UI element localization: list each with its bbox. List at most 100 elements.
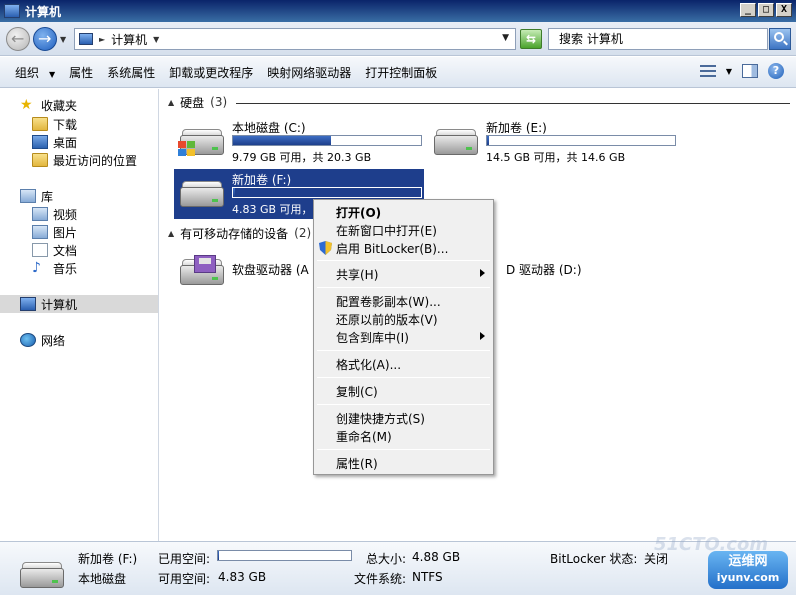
nav-item-recent[interactable]: 最近访问的位置 bbox=[32, 151, 137, 169]
hard-drive-icon bbox=[18, 558, 64, 590]
menu-item-shadow-copies[interactable]: 配置卷影副本(W)... bbox=[316, 292, 491, 310]
menu-item-bitlocker[interactable]: 启用 BitLocker(B)... bbox=[316, 239, 491, 257]
refresh-button[interactable]: ⇆ bbox=[520, 29, 542, 49]
drive-c[interactable]: 本地磁盘 (C:) 9.79 GB 可用，共 20.3 GB bbox=[174, 117, 424, 167]
nav-computer[interactable]: 计算机 bbox=[0, 295, 158, 313]
group-header-hdd[interactable]: ▲ 硬盘 (3) bbox=[168, 94, 227, 110]
drive-name: 新加卷 (F:) bbox=[232, 173, 292, 187]
details-total-value: 4.88 GB bbox=[412, 550, 461, 564]
nav-item-videos[interactable]: 视频 bbox=[32, 205, 77, 223]
minimize-button[interactable]: _ bbox=[740, 3, 756, 17]
menu-item-share[interactable]: 共享(H) bbox=[316, 265, 491, 283]
chevron-right-icon[interactable]: ► bbox=[99, 35, 105, 44]
drive-name: 本地磁盘 (C:) bbox=[232, 121, 306, 135]
shield-icon bbox=[319, 241, 332, 255]
open-control-panel-button[interactable]: 打开控制面板 bbox=[358, 64, 444, 81]
details-free-label: 可用空间: bbox=[158, 572, 211, 586]
arrow-right-icon: → bbox=[38, 29, 52, 48]
address-dropdown-icon[interactable]: ▼ bbox=[502, 33, 509, 43]
drive-space-info: 14.5 GB 可用，共 14.6 GB bbox=[486, 151, 626, 164]
forward-button[interactable]: → bbox=[33, 27, 57, 51]
collapse-icon[interactable]: ▲ bbox=[168, 229, 174, 238]
drive-e[interactable]: 新加卷 (E:) 14.5 GB 可用，共 14.6 GB bbox=[428, 117, 678, 167]
menu-item-open[interactable]: 打开(O) bbox=[316, 203, 491, 221]
arrow-left-icon: ← bbox=[11, 29, 25, 48]
map-network-drive-button[interactable]: 映射网络驱动器 bbox=[260, 64, 358, 81]
uninstall-program-button[interactable]: 卸载或更改程序 bbox=[162, 64, 260, 81]
menu-item-copy[interactable]: 复制(C) bbox=[316, 382, 491, 400]
drive-usage-bar bbox=[232, 187, 422, 198]
refresh-icon: ⇆ bbox=[525, 32, 537, 46]
nav-favorites[interactable]: ★ 收藏夹 bbox=[20, 96, 77, 114]
nav-network[interactable]: 网络 bbox=[20, 331, 65, 349]
menu-separator bbox=[317, 449, 490, 450]
menu-separator bbox=[317, 287, 490, 288]
drive-name: 新加卷 (E:) bbox=[486, 121, 547, 135]
collapse-icon[interactable]: ▲ bbox=[168, 98, 174, 107]
details-total-label: 总大小: bbox=[366, 552, 407, 566]
menu-item-include-library[interactable]: 包含到库中(I) bbox=[316, 328, 491, 346]
nav-item-music[interactable]: ♪ 音乐 bbox=[32, 259, 77, 277]
breadcrumb-computer[interactable]: 计算机 bbox=[111, 31, 147, 48]
drive-name: D 驱动器 (D:) bbox=[506, 263, 582, 277]
close-button[interactable]: X bbox=[776, 3, 792, 17]
menu-item-properties[interactable]: 属性(R) bbox=[316, 454, 491, 472]
details-pane: 新加卷 (F:) 本地磁盘 已用空间: 可用空间: 4.83 GB 总大小: 4… bbox=[0, 541, 796, 595]
help-icon[interactable]: ? bbox=[768, 63, 784, 79]
hard-drive-icon bbox=[432, 125, 478, 157]
group-header-removable[interactable]: ▲ 有可移动存储的设备 (2) bbox=[168, 225, 311, 241]
system-properties-button[interactable]: 系统属性 bbox=[100, 64, 162, 81]
drive-a[interactable]: 软盘驱动器 (A bbox=[174, 247, 314, 297]
organize-button[interactable]: 组织 ▼ bbox=[8, 64, 62, 81]
menu-separator bbox=[317, 404, 490, 405]
download-folder-icon bbox=[32, 117, 48, 131]
recent-places-icon bbox=[32, 153, 48, 167]
computer-icon bbox=[4, 4, 20, 18]
computer-icon bbox=[79, 33, 93, 45]
library-icon bbox=[20, 189, 36, 203]
preview-pane-icon[interactable] bbox=[742, 64, 758, 78]
music-icon: ♪ bbox=[32, 260, 41, 276]
hard-drive-icon bbox=[178, 177, 224, 209]
maximize-button[interactable]: □ bbox=[758, 3, 774, 17]
nav-item-downloads[interactable]: 下载 bbox=[32, 115, 77, 133]
menu-item-restore-versions[interactable]: 还原以前的版本(V) bbox=[316, 310, 491, 328]
back-button[interactable]: ← bbox=[6, 27, 30, 51]
context-menu: 打开(O) 在新窗口中打开(E) 启用 BitLocker(B)... 共享(H… bbox=[313, 199, 494, 475]
menu-separator bbox=[317, 350, 490, 351]
chevron-down-icon[interactable]: ▼ bbox=[153, 35, 159, 44]
document-icon bbox=[32, 243, 48, 257]
drive-space-info: 9.79 GB 可用，共 20.3 GB bbox=[232, 151, 372, 164]
details-usage-bar bbox=[217, 550, 352, 561]
drive-name: 软盘驱动器 (A bbox=[232, 263, 309, 277]
menu-item-rename[interactable]: 重命名(M) bbox=[316, 427, 491, 445]
command-bar: 组织 ▼ 属性 系统属性 卸载或更改程序 映射网络驱动器 打开控制面板 ▼ ? bbox=[0, 57, 796, 88]
search-button[interactable] bbox=[769, 28, 791, 50]
floppy-drive-icon bbox=[178, 255, 224, 287]
chevron-down-icon[interactable]: ▼ bbox=[726, 67, 732, 76]
menu-item-open-new-window[interactable]: 在新窗口中打开(E) bbox=[316, 221, 491, 239]
star-icon: ★ bbox=[20, 97, 33, 113]
chevron-down-icon[interactable]: ▼ bbox=[60, 35, 66, 44]
search-input[interactable]: 搜索 计算机 bbox=[548, 28, 768, 50]
details-fs-label: 文件系统: bbox=[354, 572, 407, 586]
nav-item-pictures[interactable]: 图片 bbox=[32, 223, 77, 241]
nav-item-desktop[interactable]: 桌面 bbox=[32, 133, 77, 151]
address-field[interactable]: ► 计算机 ▼ ▼ bbox=[74, 28, 516, 50]
nav-libraries[interactable]: 库 bbox=[20, 187, 53, 205]
chevron-down-icon: ▼ bbox=[49, 69, 56, 79]
menu-separator bbox=[317, 260, 490, 261]
menu-item-create-shortcut[interactable]: 创建快捷方式(S) bbox=[316, 409, 491, 427]
properties-button[interactable]: 属性 bbox=[62, 64, 100, 81]
address-bar: ← → ▼ ► 计算机 ▼ ▼ ⇆ 搜索 计算机 bbox=[0, 22, 796, 56]
group-divider bbox=[236, 103, 790, 104]
details-drive-type: 本地磁盘 bbox=[78, 572, 127, 586]
menu-separator bbox=[317, 377, 490, 378]
view-options-icon[interactable] bbox=[699, 64, 716, 78]
navigation-pane: ★ 收藏夹 下载 桌面 最近访问的位置 库 视频 图片 文档 ♪ 音乐 计算机 网络 bbox=[0, 89, 159, 541]
submenu-arrow-icon bbox=[480, 269, 485, 277]
details-bitlocker-value: 关闭 bbox=[644, 552, 669, 566]
menu-item-format[interactable]: 格式化(A)... bbox=[316, 355, 491, 373]
nav-item-documents[interactable]: 文档 bbox=[32, 241, 77, 259]
title-bar: 计算机 _ □ X bbox=[0, 0, 796, 22]
